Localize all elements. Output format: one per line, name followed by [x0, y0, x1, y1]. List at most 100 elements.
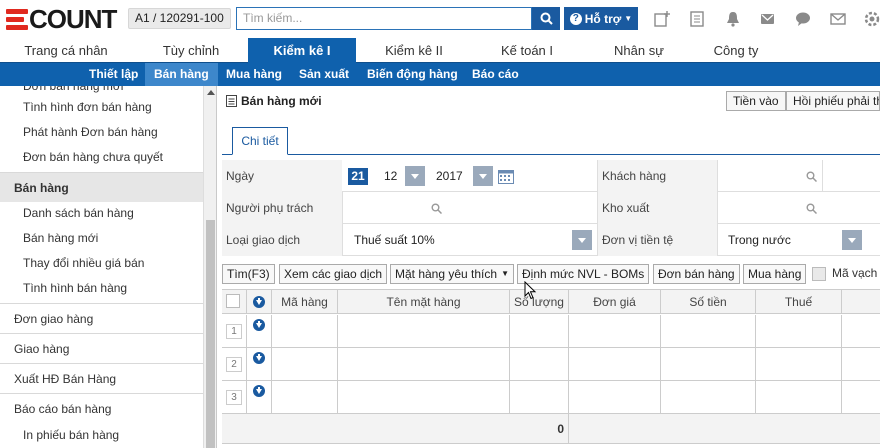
- date-year-field[interactable]: 2017: [436, 160, 463, 192]
- download-circle-icon[interactable]: [253, 296, 265, 308]
- submenu-mua-hang[interactable]: Mua hàng: [217, 63, 291, 86]
- cell-item-code[interactable]: [272, 315, 338, 348]
- col-quantity[interactable]: Số lượng: [510, 290, 569, 314]
- find-button[interactable]: Tìm(F3): [222, 264, 275, 284]
- search-icon[interactable]: [806, 171, 817, 182]
- view-transactions-button[interactable]: Xem các giao dịch: [279, 264, 388, 284]
- scrollbar-thumb[interactable]: [206, 220, 215, 448]
- settings-icon[interactable]: [864, 11, 880, 27]
- mail-icon[interactable]: [830, 11, 846, 27]
- warehouse-field[interactable]: [717, 192, 880, 224]
- download-circle-icon[interactable]: [253, 319, 265, 331]
- chat-icon[interactable]: [795, 11, 811, 27]
- menu-kiem-ke-1[interactable]: Kiểm kê I: [248, 38, 356, 63]
- sidebar-item-phat-hanh[interactable]: Phát hành Đơn bán hàng: [0, 120, 203, 145]
- favorites-button[interactable]: Mặt hàng yêu thích ▼: [390, 264, 515, 284]
- cell-unit-price[interactable]: [569, 348, 661, 381]
- cell-tax[interactable]: [756, 348, 842, 381]
- menu-trang-ca-nhan[interactable]: Trang cá nhân: [10, 38, 122, 63]
- date-day-field[interactable]: 21: [348, 168, 368, 185]
- tab-chi-tiet[interactable]: Chi tiết: [232, 127, 288, 155]
- sidebar-section-ban-hang[interactable]: Bán hàng: [0, 172, 203, 202]
- main-menu: Trang cá nhân Tùy chỉnh Kiểm kê I Kiểm k…: [0, 38, 880, 63]
- sidebar-item-ban-hang-moi[interactable]: Bán hàng mới: [0, 226, 203, 251]
- cell-amount[interactable]: [661, 315, 756, 348]
- bell-icon[interactable]: [725, 11, 741, 27]
- customer-field[interactable]: [717, 160, 823, 192]
- select-all-checkbox[interactable]: [226, 294, 240, 308]
- calendar-icon[interactable]: [498, 169, 514, 184]
- form-row-date: Ngày 21 12 2017 Khách hàng: [222, 160, 880, 192]
- cell-item-code[interactable]: [272, 348, 338, 381]
- year-dropdown-button[interactable]: [473, 166, 493, 186]
- submenu-bien-dong-hang[interactable]: Biến động hàng: [358, 63, 467, 86]
- cell-unit-price[interactable]: [569, 315, 661, 348]
- cell-tax[interactable]: [756, 315, 842, 348]
- submenu-bao-cao[interactable]: Báo cáo: [463, 63, 528, 86]
- sidebar-item-tinh-hinh-don[interactable]: Tình hình đơn bán hàng: [0, 95, 203, 120]
- help-button[interactable]: ? Hỗ trợ ▼: [564, 7, 638, 30]
- sidebar-scrollbar[interactable]: [203, 86, 216, 448]
- payment-button[interactable]: Hồi phiếu phải thu: [786, 91, 880, 111]
- search-input[interactable]: Tìm kiếm...: [236, 7, 532, 30]
- sidebar-item-danh-sach[interactable]: Danh sách bán hàng: [0, 201, 203, 226]
- sidebar-section-bao-cao[interactable]: Báo cáo bán hàng: [0, 393, 203, 423]
- sidebar-section-xuat-hd[interactable]: Xuất HĐ Bán Hàng: [0, 363, 203, 393]
- sales-order-button[interactable]: Đơn bán hàng: [653, 264, 740, 284]
- cell-quantity[interactable]: [510, 315, 569, 348]
- menu-tuy-chinh[interactable]: Tùy chỉnh: [136, 38, 246, 63]
- cell-amount[interactable]: [661, 381, 756, 414]
- sidebar-section-giao-hang[interactable]: Giao hàng: [0, 333, 203, 363]
- page-title-text: Bán hàng mới: [241, 94, 322, 108]
- cell-item-code[interactable]: [272, 381, 338, 414]
- submenu-thiet-lap[interactable]: Thiết lập: [80, 63, 147, 86]
- sidebar-item-in-phieu[interactable]: In phiếu bán hàng: [0, 423, 203, 448]
- date-month-field[interactable]: 12: [384, 160, 397, 192]
- col-amount[interactable]: Số tiền: [661, 290, 756, 314]
- cell-tax[interactable]: [756, 381, 842, 414]
- col-item-code[interactable]: Mã hàng: [272, 290, 338, 314]
- search-button[interactable]: [532, 7, 560, 30]
- cell-quantity[interactable]: [510, 348, 569, 381]
- transaction-select[interactable]: Thuế suất 10%: [342, 224, 597, 256]
- barcode-checkbox[interactable]: [812, 267, 826, 281]
- submenu-ban-hang[interactable]: Bán hàng: [145, 63, 218, 86]
- cell-unit-price[interactable]: [569, 381, 661, 414]
- menu-cong-ty[interactable]: Công ty: [696, 38, 776, 63]
- scroll-up-icon[interactable]: [207, 90, 215, 95]
- menu-ke-toan-1[interactable]: Kế toán I: [472, 38, 582, 63]
- col-tax[interactable]: Thuế: [756, 290, 842, 314]
- cell-item-name[interactable]: [338, 381, 510, 414]
- document-icon[interactable]: [689, 11, 705, 27]
- sub-menu: Thiết lập Bán hàng Mua hàng Sản xuất Biế…: [0, 63, 880, 86]
- table-row: 2: [222, 348, 880, 381]
- sidebar-item-chua-quyet[interactable]: Đơn bán hàng chưa quyết: [0, 145, 203, 170]
- sidebar-item-thay-doi-gia[interactable]: Thay đổi nhiều giá bán: [0, 251, 203, 276]
- sidebar-item-tinh-hinh-ban[interactable]: Tình hình bán hàng: [0, 276, 203, 301]
- grid-toolbar: Tìm(F3) Xem các giao dịch Mặt hàng yêu t…: [222, 264, 880, 286]
- cell-item-name[interactable]: [338, 315, 510, 348]
- search-icon[interactable]: [806, 203, 817, 214]
- transaction-dropdown-button[interactable]: [572, 230, 592, 250]
- menu-kiem-ke-2[interactable]: Kiểm kê II: [360, 38, 468, 63]
- col-unit-price[interactable]: Đơn giá: [569, 290, 661, 314]
- search-icon[interactable]: [431, 203, 442, 214]
- company-code[interactable]: A1 / 120291-100: [128, 8, 231, 29]
- ecount-logo[interactable]: COUNT: [6, 4, 117, 34]
- sidebar-section-don-giao-hang[interactable]: Đơn giao hàng: [0, 303, 203, 333]
- add-window-icon[interactable]: [654, 11, 670, 27]
- cell-amount[interactable]: [661, 348, 756, 381]
- purchase-button[interactable]: Mua hàng: [743, 264, 807, 284]
- currency-dropdown-button[interactable]: [842, 230, 862, 250]
- download-circle-icon[interactable]: [253, 385, 265, 397]
- currency-button[interactable]: Tiền vào: [726, 91, 786, 111]
- person-field[interactable]: [342, 192, 597, 224]
- download-circle-icon[interactable]: [253, 352, 265, 364]
- messenger-icon[interactable]: [760, 11, 776, 27]
- submenu-san-xuat[interactable]: Sản xuất: [290, 63, 358, 86]
- month-dropdown-button[interactable]: [405, 166, 425, 186]
- cell-item-name[interactable]: [338, 348, 510, 381]
- menu-nhan-su[interactable]: Nhân sự: [584, 38, 694, 63]
- cell-quantity[interactable]: [510, 381, 569, 414]
- col-item-name[interactable]: Tên mặt hàng: [338, 290, 510, 314]
